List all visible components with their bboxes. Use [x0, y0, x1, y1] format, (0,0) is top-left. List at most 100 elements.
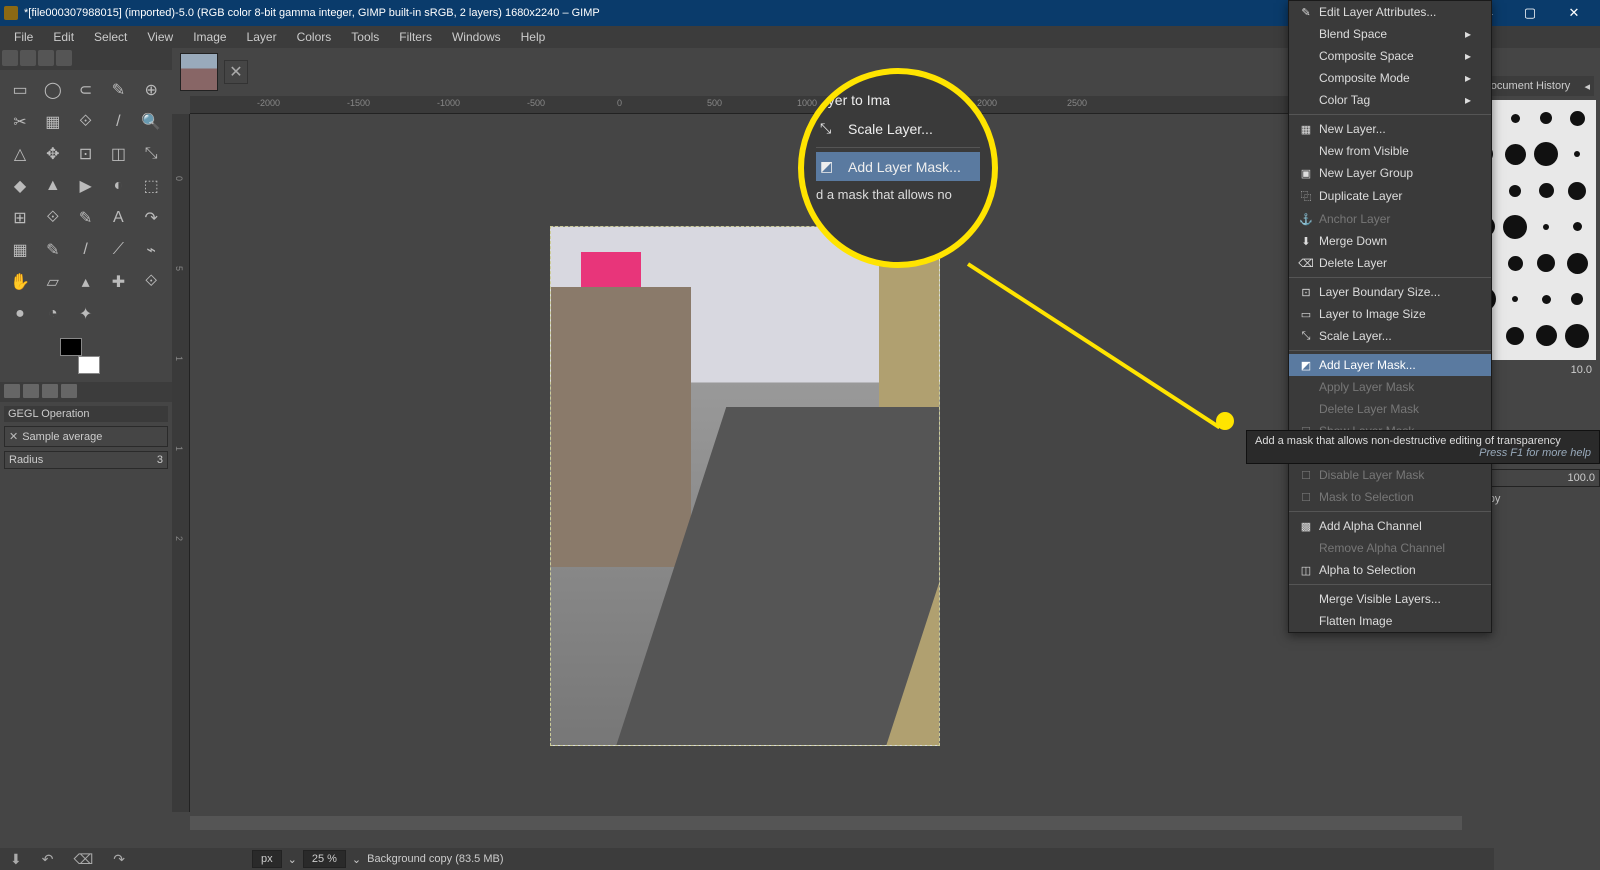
menu-item-new-layer[interactable]: ▦New Layer...: [1289, 118, 1491, 140]
brush-swatch[interactable]: [1563, 249, 1591, 277]
tool-icon[interactable]: △: [6, 140, 34, 168]
menu-view[interactable]: View: [137, 27, 183, 47]
tool-icon[interactable]: ⟋: [104, 236, 132, 264]
tool-icon[interactable]: ⟐: [137, 268, 165, 296]
fg-color-swatch[interactable]: [60, 338, 82, 356]
window-close-button[interactable]: [1552, 0, 1596, 26]
tool-icon[interactable]: ⊡: [72, 140, 100, 168]
tool-icon[interactable]: ▶: [72, 172, 100, 200]
tool-icon[interactable]: 🔍: [137, 108, 165, 136]
brush-swatch[interactable]: [1563, 322, 1591, 350]
menu-filters[interactable]: Filters: [389, 27, 442, 47]
menu-item-layer-boundary-size[interactable]: ⊡Layer Boundary Size...: [1289, 281, 1491, 303]
brush-swatch[interactable]: [1532, 177, 1560, 205]
tool-icon[interactable]: ⊂: [72, 76, 100, 104]
tool-icon[interactable]: ▱: [39, 268, 67, 296]
tool-icon[interactable]: ⊕: [137, 76, 165, 104]
menu-windows[interactable]: Windows: [442, 27, 511, 47]
tool-icon[interactable]: ●: [6, 300, 34, 328]
tool-icon[interactable]: ⟐: [72, 108, 100, 136]
tool-icon[interactable]: ▦: [39, 108, 67, 136]
document-tab[interactable]: [180, 53, 218, 91]
undo-icon[interactable]: ↶: [42, 851, 54, 868]
menu-item-flatten-image[interactable]: Flatten Image: [1289, 610, 1491, 632]
menu-select[interactable]: Select: [84, 27, 137, 47]
ruler-vertical[interactable]: 05112: [172, 114, 190, 812]
tool-icon[interactable]: ▴: [72, 268, 100, 296]
brush-swatch[interactable]: [1563, 140, 1591, 168]
tool-icon[interactable]: ↷: [137, 204, 165, 232]
brush-swatch[interactable]: [1563, 177, 1591, 205]
menu-colors[interactable]: Colors: [287, 27, 342, 47]
menu-item-new-layer-group[interactable]: ▣New Layer Group: [1289, 162, 1491, 184]
tool-icon[interactable]: A: [104, 204, 132, 232]
menu-image[interactable]: Image: [183, 27, 236, 47]
tool-icon[interactable]: ✥: [39, 140, 67, 168]
redo-icon[interactable]: ↷: [113, 851, 125, 868]
tool-icon[interactable]: ✎: [39, 236, 67, 264]
brush-swatch[interactable]: [1501, 322, 1529, 350]
menu-tools[interactable]: Tools: [341, 27, 389, 47]
brush-swatch[interactable]: [1501, 213, 1529, 241]
menu-layer[interactable]: Layer: [237, 27, 287, 47]
menu-item-composite-space[interactable]: Composite Space▸: [1289, 45, 1491, 67]
bg-color-swatch[interactable]: [78, 356, 100, 374]
tool-icon[interactable]: /: [104, 108, 132, 136]
brush-swatch[interactable]: [1563, 285, 1591, 313]
window-maximize-button[interactable]: [1508, 0, 1552, 26]
tool-icon[interactable]: ◯: [39, 76, 67, 104]
brush-swatch[interactable]: [1532, 140, 1560, 168]
menu-item-duplicate-layer[interactable]: ⿻Duplicate Layer: [1289, 184, 1491, 208]
menu-item-alpha-to-selection[interactable]: ◫Alpha to Selection: [1289, 559, 1491, 581]
menu-item-blend-space[interactable]: Blend Space▸: [1289, 23, 1491, 45]
tool-icon[interactable]: ◔: [39, 300, 67, 328]
menu-item-color-tag[interactable]: Color Tag▸: [1289, 89, 1491, 111]
tool-icon[interactable]: ⌁: [137, 236, 165, 264]
menu-item-scale-layer[interactable]: ⤡Scale Layer...: [1289, 325, 1491, 347]
brush-swatch[interactable]: [1501, 140, 1529, 168]
image-canvas[interactable]: [550, 226, 940, 746]
unit-selector[interactable]: px: [252, 850, 282, 868]
menu-item-add-alpha-channel[interactable]: ▩Add Alpha Channel: [1289, 515, 1491, 537]
scrollbar-horizontal[interactable]: [190, 816, 1476, 830]
tool-icon[interactable]: ▭: [6, 76, 34, 104]
menu-item-delete-layer[interactable]: ⌫Delete Layer: [1289, 252, 1491, 274]
radius-field[interactable]: Radius 3: [4, 451, 168, 469]
chevron-down-icon[interactable]: ⌄: [352, 853, 361, 866]
tool-icon[interactable]: ⟐: [39, 204, 67, 232]
menu-item-merge-visible-layers[interactable]: Merge Visible Layers...: [1289, 588, 1491, 610]
brush-swatch[interactable]: [1532, 213, 1560, 241]
brush-swatch[interactable]: [1532, 249, 1560, 277]
tool-icon[interactable]: ◐: [104, 172, 132, 200]
chevron-down-icon[interactable]: ⌄: [288, 853, 297, 866]
save-icon[interactable]: ⬇: [10, 851, 22, 868]
menu-item-new-from-visible[interactable]: New from Visible: [1289, 140, 1491, 162]
tool-icon[interactable]: ✂: [6, 108, 34, 136]
tool-icon[interactable]: ✎: [104, 76, 132, 104]
brush-swatch[interactable]: [1501, 249, 1529, 277]
menu-item-edit-layer-attributes[interactable]: ✎Edit Layer Attributes...: [1289, 1, 1491, 23]
tool-icon[interactable]: /: [72, 236, 100, 264]
fg-bg-swatches[interactable]: [60, 338, 100, 374]
tool-icon[interactable]: ✋: [6, 268, 34, 296]
tool-icon[interactable]: ⬚: [137, 172, 165, 200]
close-icon[interactable]: ✕: [9, 430, 18, 443]
tab-icon[interactable]: [4, 384, 20, 398]
document-tab-close[interactable]: ✕: [224, 60, 248, 84]
sample-average-row[interactable]: ✕ Sample average: [4, 426, 168, 447]
tab-icon[interactable]: [23, 384, 39, 398]
menu-item-layer-to-image-size[interactable]: ▭Layer to Image Size: [1289, 303, 1491, 325]
delete-icon[interactable]: ⌫: [73, 851, 93, 868]
menu-item-merge-down[interactable]: ⬇Merge Down: [1289, 230, 1491, 252]
tool-icon[interactable]: ✦: [72, 300, 100, 328]
brush-swatch[interactable]: [1532, 322, 1560, 350]
menu-item-composite-mode[interactable]: Composite Mode▸: [1289, 67, 1491, 89]
brush-swatch[interactable]: [1501, 285, 1529, 313]
tool-icon[interactable]: ▦: [6, 236, 34, 264]
tool-icon[interactable]: ⊞: [6, 204, 34, 232]
tab-icon[interactable]: [42, 384, 58, 398]
tool-icon[interactable]: ✎: [72, 204, 100, 232]
menu-help[interactable]: Help: [511, 27, 556, 47]
brush-swatch[interactable]: [1532, 285, 1560, 313]
brush-swatch[interactable]: [1532, 104, 1560, 132]
